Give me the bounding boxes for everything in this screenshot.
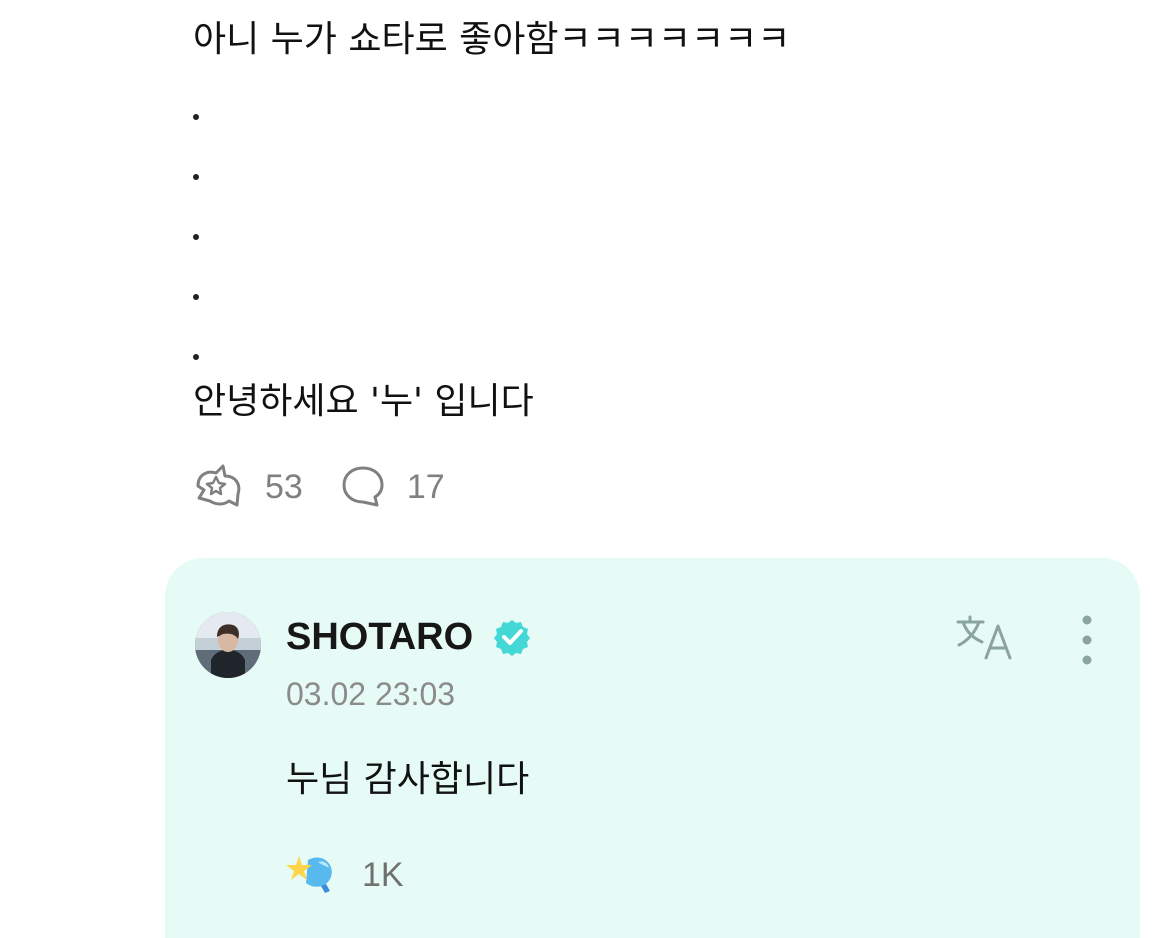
star-heart-outline-icon: [193, 463, 245, 511]
ellipsis-dot-2: [193, 174, 199, 180]
reaction-button[interactable]: 1K: [286, 850, 404, 900]
artist-reply-card: SHOTARO 03.02 23:03 누님 감사합니다 1K: [165, 558, 1140, 938]
ellipsis-dot-4: [193, 294, 199, 300]
star-wand-icon: [286, 850, 338, 900]
vertical-dots-icon: [1070, 615, 1104, 672]
reply-text: 누님 감사합니다: [286, 759, 530, 800]
more-options-button[interactable]: [1070, 612, 1104, 668]
translate-icon: [955, 615, 1015, 666]
reaction-count: 1K: [362, 855, 404, 894]
post-actions: 53 17: [193, 462, 445, 512]
speech-bubble-icon: [339, 464, 387, 510]
verified-badge-icon: [493, 618, 531, 660]
ellipsis-dot-3: [193, 234, 199, 240]
comment-button[interactable]: 17: [339, 464, 445, 510]
ellipsis-dot-5: [193, 354, 199, 360]
comment-count: 17: [406, 467, 445, 506]
reply-author-name: SHOTARO: [286, 616, 474, 658]
post-line-2: 안녕하세요 '누' 입니다: [193, 381, 534, 422]
post-line-1: 아니 누가 쇼타로 좋아함ㅋㅋㅋㅋㅋㅋㅋ: [193, 19, 791, 60]
like-button[interactable]: 53: [193, 463, 303, 511]
reply-timestamp: 03.02 23:03: [286, 676, 456, 712]
avatar[interactable]: [195, 612, 261, 678]
like-count: 53: [265, 467, 303, 506]
ellipsis-dot-1: [193, 114, 199, 120]
translate-button[interactable]: [955, 614, 1015, 662]
